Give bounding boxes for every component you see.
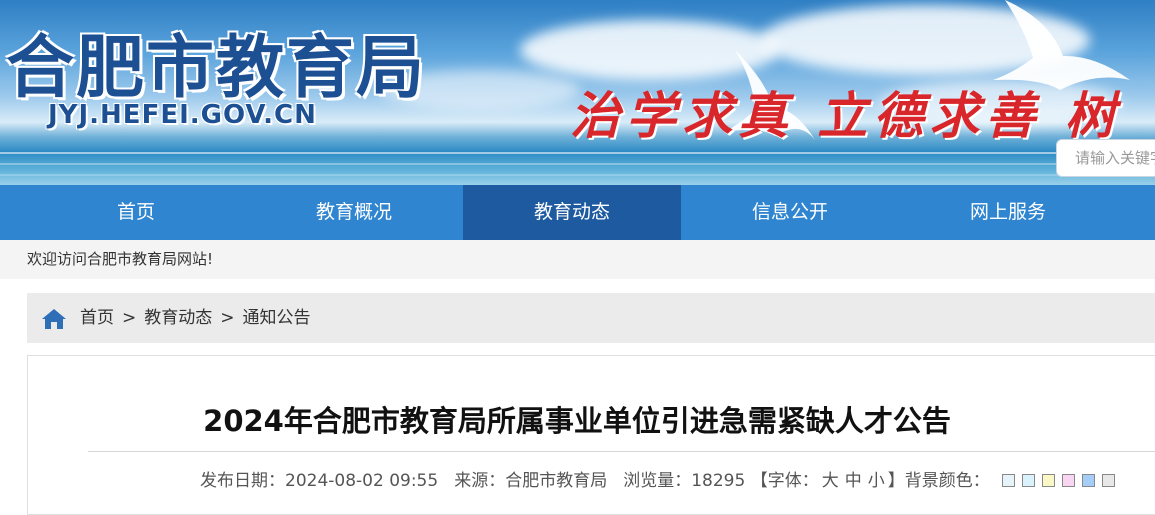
breadcrumb-trail: 首页 > 教育动态 > 通知公告: [80, 293, 311, 343]
nav-item-info-disclosure[interactable]: 信息公开: [681, 185, 899, 240]
header-banner: 合肥市教育局 JYJ.HEFEI.GOV.CN 治学求真 立德求善 树: [0, 0, 1155, 185]
site-domain: JYJ.HEFEI.GOV.CN: [48, 100, 317, 130]
nav-item-home[interactable]: 首页: [27, 185, 245, 240]
search-box[interactable]: [1056, 139, 1155, 177]
bg-color-swatch[interactable]: [1082, 474, 1096, 487]
bg-color-swatch[interactable]: [1022, 474, 1036, 487]
font-size-large-button[interactable]: 大: [822, 471, 839, 491]
font-size-medium-button[interactable]: 中: [845, 471, 862, 491]
site-logo-title[interactable]: 合肥市教育局: [6, 12, 426, 111]
nav-item-education-news[interactable]: 教育动态: [463, 185, 681, 240]
source-label: 来源：: [454, 471, 506, 491]
breadcrumb-separator: >: [220, 308, 235, 328]
breadcrumb-separator: >: [122, 308, 137, 328]
nav-item-education-overview[interactable]: 教育概况: [245, 185, 463, 240]
sea-wave: [0, 174, 1155, 176]
bg-color-swatch[interactable]: [1002, 474, 1016, 487]
sea-wave: [0, 152, 1155, 154]
article-container: 2024年合肥市教育局所属事业单位引进急需紧缺人才公告 发布日期：2024-08…: [27, 355, 1155, 515]
title-divider: [88, 451, 1155, 452]
home-icon[interactable]: [41, 308, 67, 330]
font-size-open: 【字体：: [750, 471, 819, 491]
breadcrumb-home-link[interactable]: 首页: [80, 308, 114, 328]
bg-color-swatch[interactable]: [1042, 474, 1056, 487]
breadcrumb-notices-link[interactable]: 通知公告: [243, 308, 311, 328]
welcome-bar: 欢迎访问合肥市教育局网站!: [0, 240, 1155, 279]
bg-color-swatch[interactable]: [1062, 474, 1076, 487]
breadcrumb-education-news-link[interactable]: 教育动态: [144, 308, 212, 328]
publish-date: 2024-08-02 09:55: [285, 471, 439, 491]
bg-color-label: 背景颜色：: [904, 471, 990, 491]
bg-color-swatch[interactable]: [1102, 474, 1116, 487]
source-value: 合肥市教育局: [505, 471, 608, 491]
views-label: 浏览量：: [623, 471, 692, 491]
article-title: 2024年合肥市教育局所属事业单位引进急需紧缺人才公告: [203, 404, 951, 438]
breadcrumb: 首页 > 教育动态 > 通知公告: [27, 293, 1155, 343]
search-input[interactable]: [1057, 140, 1155, 176]
font-size-small-button[interactable]: 小: [868, 471, 885, 491]
font-size-close: 】: [887, 471, 905, 491]
slogan-text: 治学求真 立德求善 树: [570, 86, 1121, 145]
article-meta: 发布日期：2024-08-02 09:55 来源：合肥市教育局 浏览量：18295 …: [200, 468, 1116, 494]
welcome-text: 欢迎访问合肥市教育局网站!: [27, 250, 214, 268]
sea-wave: [0, 163, 1155, 165]
nav-item-online-services[interactable]: 网上服务: [899, 185, 1117, 240]
publish-date-label: 发布日期：: [200, 471, 285, 491]
main-nav: 首页 教育概况 教育动态 信息公开 网上服务: [0, 185, 1155, 240]
views-count: 18295: [691, 471, 746, 491]
